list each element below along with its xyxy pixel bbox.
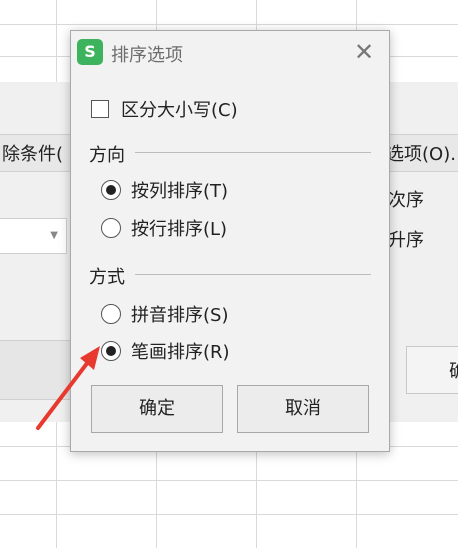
sort-by-column-option[interactable]: 按列排序(T) xyxy=(101,175,228,205)
case-sensitive-checkbox[interactable] xyxy=(91,100,109,118)
underlying-confirm-button[interactable]: 确 xyxy=(406,346,458,394)
direction-heading: 方向 xyxy=(89,145,125,166)
underlying-confirm-label: 确 xyxy=(449,357,458,383)
close-icon[interactable]: ✕ xyxy=(349,37,379,67)
case-sensitive-label: 区分大小写(C) xyxy=(121,100,238,121)
dialog-title: 排序选项 xyxy=(111,45,183,66)
underlying-button[interactable] xyxy=(0,340,70,400)
sort-by-column-label: 按列排序(T) xyxy=(131,181,229,202)
sort-by-row-label: 按行排序(L) xyxy=(131,219,228,240)
pinyin-sort-radio[interactable] xyxy=(101,304,121,324)
wps-logo-icon: S xyxy=(77,39,103,65)
order-value[interactable]: 升序 xyxy=(388,226,424,252)
pinyin-sort-option[interactable]: 拼音排序(S) xyxy=(101,299,228,329)
grid-line xyxy=(0,24,458,25)
grid-line xyxy=(0,514,458,515)
stroke-sort-radio[interactable] xyxy=(101,341,121,361)
delete-condition-button[interactable]: 除条件( xyxy=(2,140,63,166)
stroke-sort-label: 笔画排序(R) xyxy=(131,342,230,363)
grid-line xyxy=(0,480,458,481)
divider xyxy=(135,274,371,275)
case-sensitive-option[interactable]: 区分大小写(C) xyxy=(91,94,238,124)
pinyin-sort-label: 拼音排序(S) xyxy=(131,305,229,326)
divider xyxy=(135,152,371,153)
order-column-header: 次序 xyxy=(388,190,424,211)
sort-options-dialog: S 排序选项 ✕ 区分大小写(C) 方向 按列排序(T) 按行排序(L) 方式 … xyxy=(70,30,390,452)
dialog-titlebar: S 排序选项 ✕ xyxy=(71,31,389,75)
method-heading: 方式 xyxy=(89,267,125,288)
sort-by-row-radio[interactable] xyxy=(101,218,121,238)
options-button[interactable]: 选项(O). xyxy=(386,140,456,166)
stroke-sort-option[interactable]: 笔画排序(R) xyxy=(101,336,230,366)
chevron-down-icon: ▼ xyxy=(50,230,58,241)
cancel-button[interactable]: 取消 xyxy=(237,385,369,433)
ok-button[interactable]: 确定 xyxy=(91,385,223,433)
sort-by-row-option[interactable]: 按行排序(L) xyxy=(101,213,227,243)
underlying-combo[interactable]: ▼ xyxy=(0,218,67,254)
sort-by-column-radio[interactable] xyxy=(101,180,121,200)
